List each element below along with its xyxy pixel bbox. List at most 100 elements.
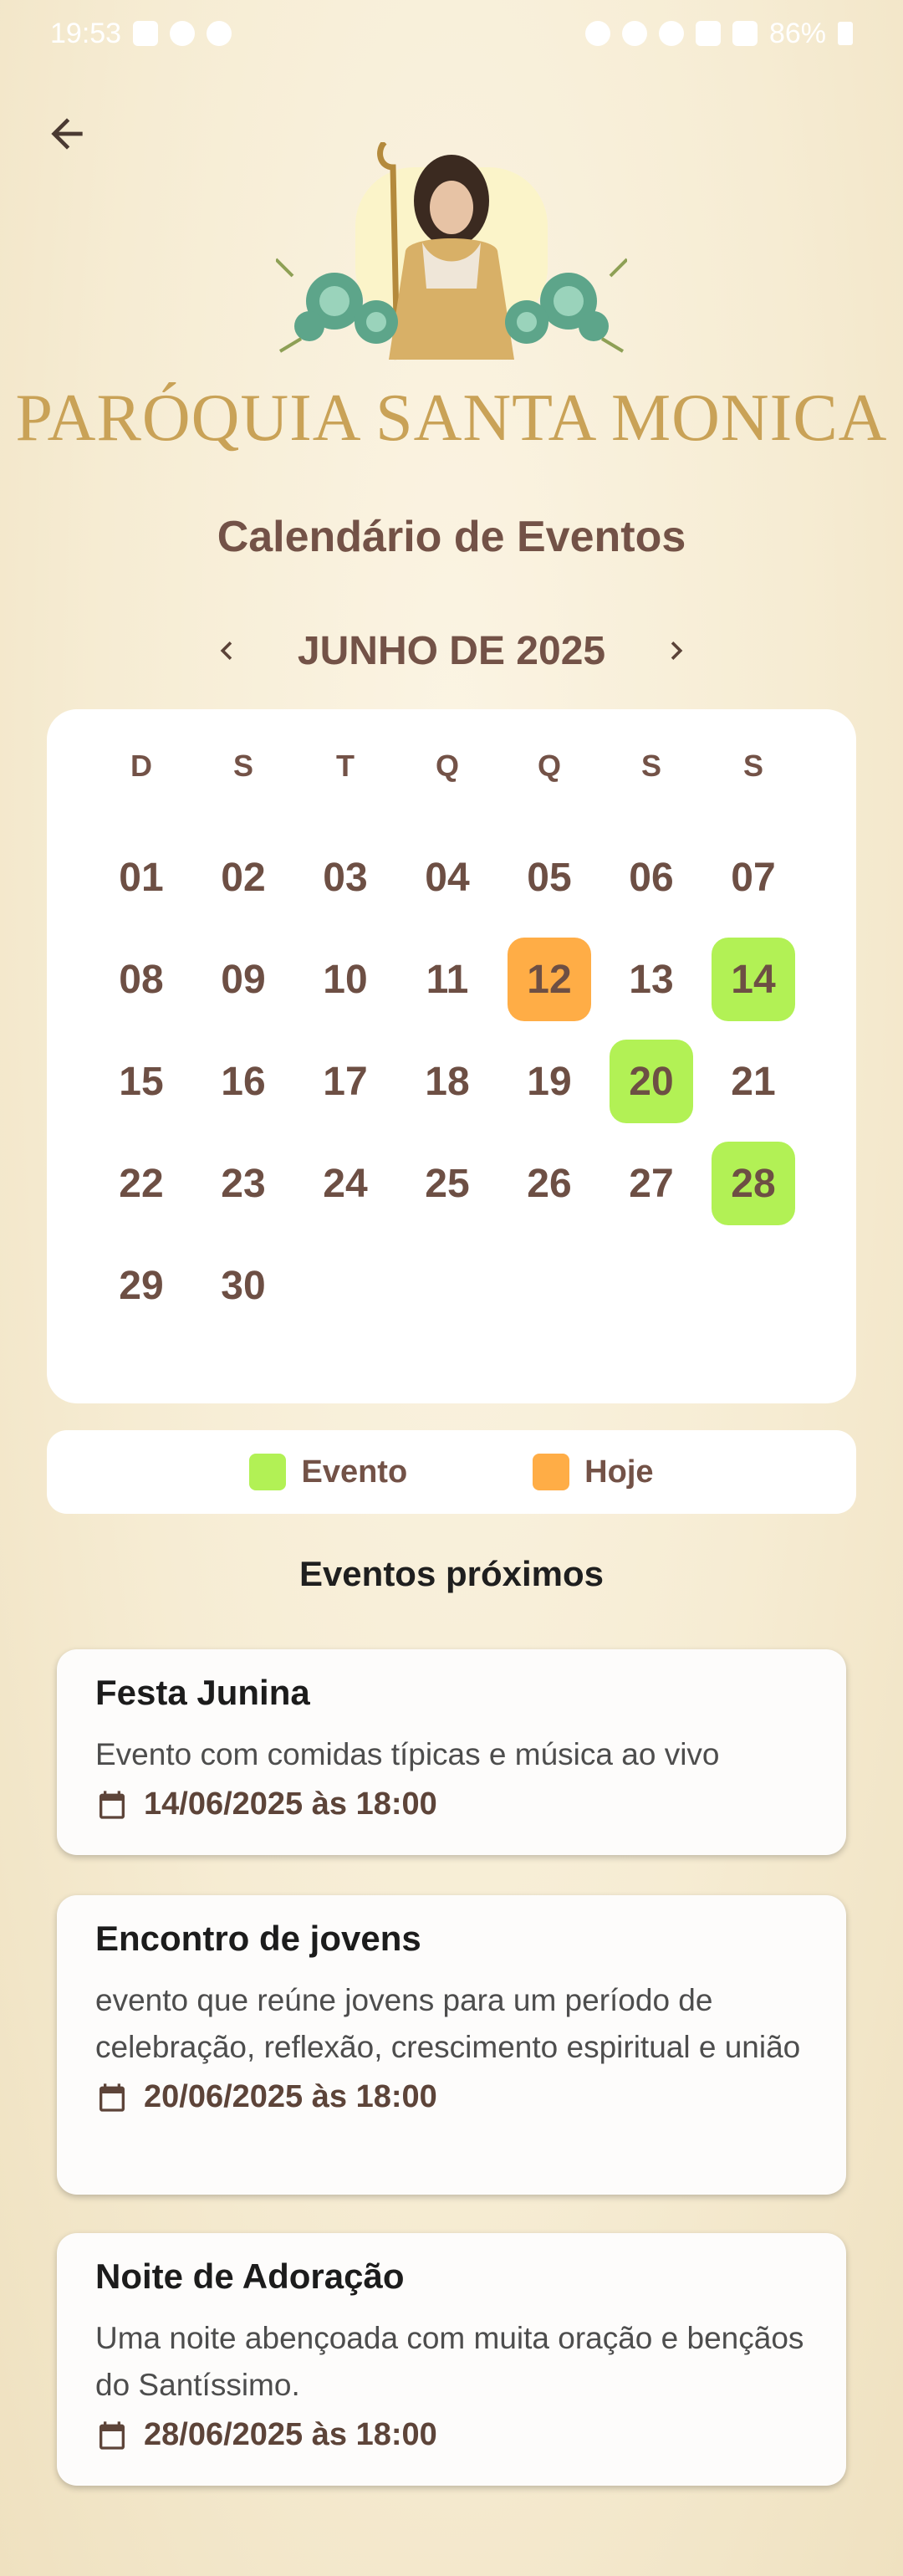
arrow-left-icon xyxy=(51,118,83,150)
calendar-day[interactable]: 10 xyxy=(294,928,396,1030)
calendar-day[interactable]: 22 xyxy=(90,1132,192,1234)
calendar-day[interactable]: 06 xyxy=(600,826,702,928)
day-number: 13 xyxy=(629,957,674,1002)
event-title: Noite de Adoração xyxy=(95,2257,405,2296)
event-card[interactable]: Noite de Adoração Uma noite abençoada co… xyxy=(57,2233,846,2486)
back-button[interactable] xyxy=(33,100,100,167)
calendar-day[interactable]: 03 xyxy=(294,826,396,928)
event-date: 14/06/2025 às 18:00 xyxy=(95,1786,808,1822)
parish-name: PARÓQUIA SANTA MONICA xyxy=(15,381,888,455)
next-month-button[interactable] xyxy=(656,630,697,672)
status-time: 19:53 xyxy=(50,17,122,49)
day-number: 30 xyxy=(221,1263,266,1308)
page-title: Calendário de Eventos xyxy=(217,513,686,561)
chevron-left-icon xyxy=(220,641,232,660)
calendar-day-event[interactable]: 28 xyxy=(702,1132,804,1234)
calendar-day[interactable]: 08 xyxy=(90,928,192,1030)
weekday-header: S xyxy=(742,749,763,783)
mute-icon xyxy=(658,21,684,46)
grid-spacer xyxy=(90,793,804,826)
day-number: 20 xyxy=(610,1040,693,1123)
event-date: 20/06/2025 às 18:00 xyxy=(95,2079,808,2115)
event-swatch xyxy=(249,1454,287,1490)
calendar-day[interactable]: 01 xyxy=(90,826,192,928)
calendar-day[interactable]: 17 xyxy=(294,1030,396,1132)
day-number: 15 xyxy=(119,1059,164,1104)
calendar-day[interactable]: 19 xyxy=(498,1030,600,1132)
previous-month-button[interactable] xyxy=(206,630,247,672)
day-number: 21 xyxy=(731,1059,776,1104)
weekday-header: Q xyxy=(537,749,561,783)
calendar-day[interactable]: 30 xyxy=(192,1234,294,1337)
day-number: 03 xyxy=(323,855,368,900)
battery-percent: 86% xyxy=(768,17,826,49)
day-number: 02 xyxy=(221,855,266,900)
calendar-card: D S T Q Q S S 01 02 03 04 05 06 07 08 09 10 11 12 13 14 15 16 1… xyxy=(47,709,856,1403)
event-description: Evento com comidas típicas e música ao v… xyxy=(95,1737,720,1771)
calendar-day-event[interactable]: 20 xyxy=(600,1030,702,1132)
day-number: 01 xyxy=(119,855,164,900)
battery-icon xyxy=(838,22,853,45)
calendar-day[interactable]: 11 xyxy=(396,928,498,1030)
weekday-header: D xyxy=(130,749,152,783)
event-date: 28/06/2025 às 18:00 xyxy=(95,2417,808,2453)
dnd-icon xyxy=(207,21,232,46)
day-number: 04 xyxy=(425,855,470,900)
event-description: evento que reúne jovens para um período … xyxy=(95,1983,801,2064)
calendar-day[interactable]: 24 xyxy=(294,1132,396,1234)
day-number: 27 xyxy=(629,1161,674,1206)
wifi-icon xyxy=(695,21,721,46)
day-number: 17 xyxy=(323,1059,368,1104)
chevron-right-icon xyxy=(671,641,683,660)
event-card[interactable]: Festa Junina Evento com comidas típicas … xyxy=(57,1649,846,1855)
calendar-day[interactable]: 04 xyxy=(396,826,498,928)
day-number: 08 xyxy=(119,957,164,1002)
weekday-header: T xyxy=(336,749,355,783)
day-number: 07 xyxy=(731,855,776,900)
day-number: 23 xyxy=(221,1161,266,1206)
calendar-day-today[interactable]: 12 xyxy=(498,928,600,1030)
day-number: 29 xyxy=(119,1263,164,1308)
calendar-day[interactable]: 26 xyxy=(498,1132,600,1234)
event-card[interactable]: Encontro de jovens evento que reúne jove… xyxy=(57,1895,846,2195)
calendar-legend: Evento Hoje xyxy=(47,1430,856,1514)
day-number: 24 xyxy=(323,1161,368,1206)
calendar-icon xyxy=(99,2420,125,2450)
calendar-day[interactable]: 13 xyxy=(600,928,702,1030)
event-title: Festa Junina xyxy=(95,1673,310,1712)
calendar-day[interactable]: 29 xyxy=(90,1234,192,1337)
day-number: 26 xyxy=(527,1161,572,1206)
signal-icon xyxy=(732,21,758,46)
saint-monica-logo xyxy=(276,142,627,360)
calendar-day[interactable]: 25 xyxy=(396,1132,498,1234)
calendar-day[interactable]: 16 xyxy=(192,1030,294,1132)
day-number: 05 xyxy=(527,855,572,900)
upcoming-events-title: Eventos próximos xyxy=(298,1554,605,1593)
calendar-day[interactable]: 23 xyxy=(192,1132,294,1234)
day-number: 19 xyxy=(527,1059,572,1104)
calendar-day[interactable]: 07 xyxy=(702,826,804,928)
weekday-header: S xyxy=(640,749,661,783)
day-number: 09 xyxy=(221,957,266,1002)
calendar-day[interactable]: 02 xyxy=(192,826,294,928)
calendar-day[interactable]: 09 xyxy=(192,928,294,1030)
message-notification-icon xyxy=(170,21,196,46)
day-number: 22 xyxy=(119,1161,164,1206)
day-number: 28 xyxy=(712,1142,795,1225)
calendar-icon xyxy=(99,1790,125,1819)
calendar-day[interactable]: 27 xyxy=(600,1132,702,1234)
calendar-day[interactable]: 05 xyxy=(498,826,600,928)
calendar-day-event[interactable]: 14 xyxy=(702,928,804,1030)
gallery-notification-icon xyxy=(133,21,159,46)
month-label: JUNHO DE 2025 xyxy=(297,628,606,673)
calendar-day[interactable]: 15 xyxy=(90,1030,192,1132)
event-description: Uma noite abençoada com muita oração e b… xyxy=(95,2321,804,2402)
status-bar: 19:53 86% xyxy=(0,0,903,67)
calendar-day[interactable]: 21 xyxy=(702,1030,804,1132)
calendar-day[interactable]: 18 xyxy=(396,1030,498,1132)
month-navigation: JUNHO DE 2025 xyxy=(0,626,903,676)
legend-today: Hoje xyxy=(533,1454,654,1490)
legend-event-label: Evento xyxy=(301,1454,408,1490)
day-number: 16 xyxy=(221,1059,266,1104)
today-swatch xyxy=(533,1454,570,1490)
